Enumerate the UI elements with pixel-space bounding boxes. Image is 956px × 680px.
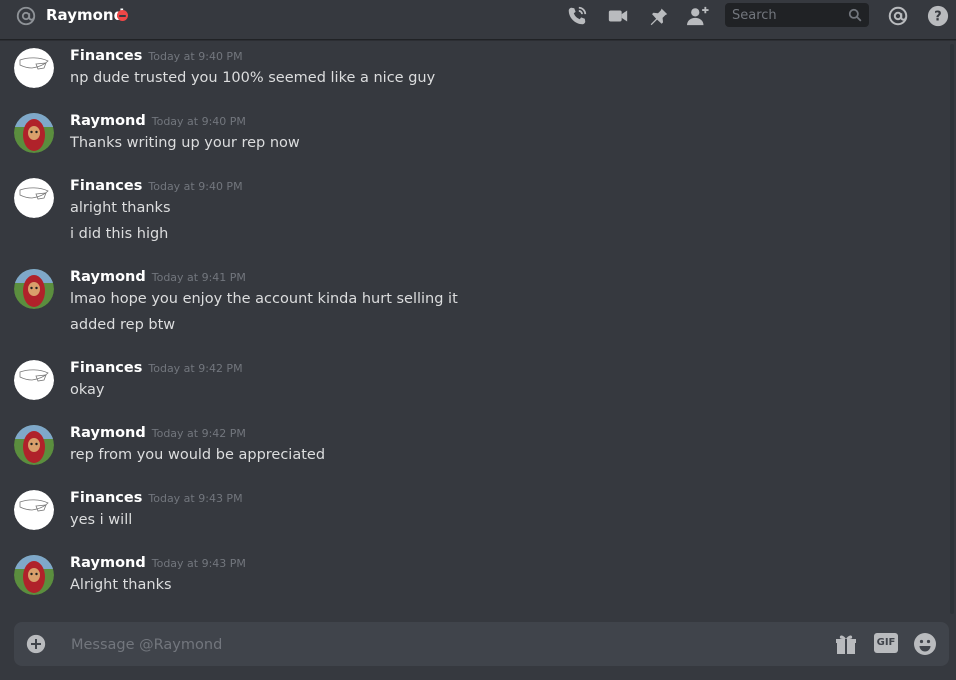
search-box[interactable]: [725, 3, 869, 27]
message-timestamp: Today at 9:41 PM: [151, 271, 246, 284]
message-text: Alright thanks: [70, 577, 172, 593]
raymond-avatar[interactable]: [14, 113, 54, 153]
message-composer: GIF: [14, 622, 949, 668]
dm-title[interactable]: Raymond: [46, 6, 124, 24]
message-author[interactable]: Finances Today at 9:40 PM: [70, 48, 243, 64]
message-timestamp: Today at 9:42 PM: [151, 427, 246, 440]
message-timestamp: Today at 9:43 PM: [148, 492, 243, 505]
message-text: alright thanks: [70, 200, 171, 216]
message-text: Thanks writing up your rep now: [70, 135, 300, 151]
finances-avatar[interactable]: [14, 360, 54, 400]
scrollbar[interactable]: [950, 44, 954, 614]
message-timestamp: Today at 9:40 PM: [148, 50, 243, 63]
dnd-status-icon: [117, 10, 128, 21]
message-text: added rep btw: [70, 317, 176, 333]
pin-icon[interactable]: [647, 5, 669, 27]
finances-avatar[interactable]: [14, 490, 54, 530]
message-author[interactable]: Finances Today at 9:40 PM: [70, 178, 243, 194]
finances-avatar[interactable]: [14, 178, 54, 218]
mention-icon[interactable]: [887, 5, 909, 27]
message-timestamp: Today at 9:40 PM: [148, 180, 243, 193]
raymond-avatar[interactable]: [14, 269, 54, 309]
message-text: i did this high: [70, 226, 169, 242]
call-icon[interactable]: [566, 5, 588, 27]
help-icon[interactable]: ?: [927, 5, 949, 27]
finances-avatar[interactable]: [14, 48, 54, 88]
at-icon: [16, 6, 36, 26]
message-text: yes i will: [70, 512, 133, 528]
message-timestamp: Today at 9:43 PM: [151, 557, 246, 570]
message-text: rep from you would be appreciated: [70, 447, 326, 463]
message-author[interactable]: Finances Today at 9:42 PM: [70, 360, 243, 376]
raymond-avatar[interactable]: [14, 555, 54, 595]
message-timestamp: Today at 9:40 PM: [151, 115, 246, 128]
channel-header: Raymond ?: [0, 0, 956, 40]
plus-icon[interactable]: [26, 634, 46, 654]
video-icon[interactable]: [607, 5, 629, 27]
message-author[interactable]: Raymond Today at 9:43 PM: [70, 555, 246, 571]
message-text: okay: [70, 382, 105, 398]
message-timestamp: Today at 9:42 PM: [148, 362, 243, 375]
raymond-avatar[interactable]: [14, 425, 54, 465]
add-member-icon[interactable]: [687, 5, 709, 27]
message-text: np dude trusted you 100% seemed like a n…: [70, 70, 436, 86]
message-text: lmao hope you enjoy the account kinda hu…: [70, 291, 458, 307]
message-input[interactable]: [69, 622, 813, 668]
message-author[interactable]: Raymond Today at 9:42 PM: [70, 425, 246, 441]
message-author[interactable]: Raymond Today at 9:40 PM: [70, 113, 246, 129]
search-icon: [848, 8, 862, 22]
message-list: Finances Today at 9:40 PM np dude trusted…: [0, 40, 956, 620]
emoji-icon[interactable]: [913, 632, 937, 656]
message-author[interactable]: Finances Today at 9:43 PM: [70, 490, 243, 506]
message-author[interactable]: Raymond Today at 9:41 PM: [70, 269, 246, 285]
svg-text:?: ?: [934, 10, 941, 25]
gif-icon[interactable]: GIF: [874, 633, 898, 653]
gift-icon[interactable]: [834, 632, 858, 656]
search-input[interactable]: [725, 3, 852, 27]
